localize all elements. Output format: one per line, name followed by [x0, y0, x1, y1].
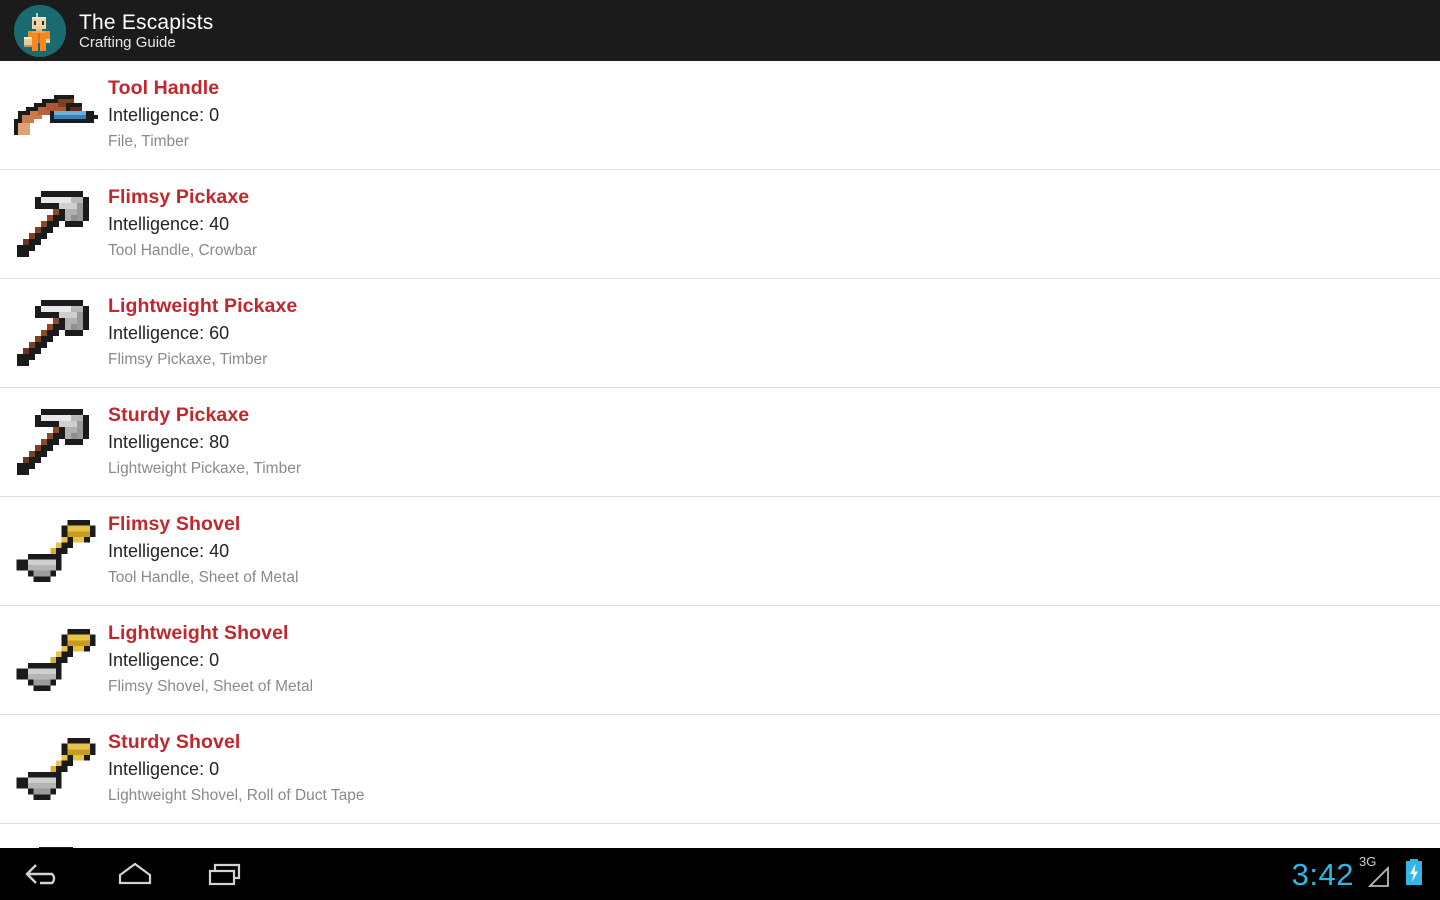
list-item[interactable]: Flimsy Pickaxe Intelligence: 40 Tool Han… [0, 170, 1440, 279]
tool-handle-icon [8, 79, 104, 151]
system-navigation-bar: 3:42 3G [0, 848, 1440, 900]
battery-charging-icon [1402, 855, 1426, 894]
recipe-stat: Intelligence: 40 [108, 540, 230, 561]
action-bar: The Escapists Crafting Guide [0, 0, 1440, 61]
recipe-stat: Intelligence: 40 [108, 213, 230, 234]
status-area: 3:42 3G [1292, 855, 1440, 894]
list-item-info: Sturdy Pickaxe Intelligence: 80 Lightwei… [108, 403, 301, 481]
recipe-ingredients: Tool Handle, Sheet of Metal [108, 568, 299, 586]
action-bar-text: The Escapists Crafting Guide [79, 12, 214, 50]
recipe-name: Flimsy Shovel [108, 512, 241, 535]
recipe-name: Sturdy Shovel [108, 730, 241, 753]
recipe-ingredients: Lightweight Shovel, Roll of Duct Tape [108, 786, 365, 804]
pickaxe-icon [8, 188, 104, 260]
list-item-info: Sturdy Shovel Intelligence: 0 Lightweigh… [108, 730, 364, 808]
recipe-ingredients: File, Timber [108, 132, 189, 150]
list-item-info: Lightweight Pickaxe Intelligence: 60 Fli… [108, 294, 297, 372]
list-item-info: Tool Handle Intelligence: 0 File, Timber [108, 76, 219, 154]
back-icon[interactable] [0, 848, 90, 900]
list-item[interactable]: Sturdy Pickaxe Intelligence: 80 Lightwei… [0, 388, 1440, 497]
list-item-info: Flimsy Pickaxe Intelligence: 40 Tool Han… [108, 185, 257, 263]
recents-icon[interactable] [180, 848, 270, 900]
pickaxe-icon [8, 297, 104, 369]
shovel-icon [8, 733, 104, 805]
recipe-name: Flimsy Pickaxe [108, 185, 250, 208]
recipe-name: Lightweight Pickaxe [108, 294, 298, 317]
app-root: The Escapists Crafting Guide Tool Handle… [0, 0, 1440, 900]
shovel-icon [8, 624, 104, 696]
recipe-stat: Intelligence: 0 [108, 104, 220, 125]
recipe-name: Lightweight Shovel [108, 621, 289, 644]
list-item[interactable]: Flimsy Shovel Intelligence: 40 Tool Hand… [0, 497, 1440, 606]
recipe-ingredients: Lightweight Pickaxe, Timber [108, 459, 301, 477]
home-icon[interactable] [90, 848, 180, 900]
recipe-stat: Intelligence: 0 [108, 649, 220, 670]
list-item[interactable]: Sturdy Shovel Intelligence: 0 Lightweigh… [0, 715, 1440, 824]
list-item-info: Lightweight Shovel Intelligence: 0 Flims… [108, 621, 313, 699]
app-subtitle: Crafting Guide [79, 33, 176, 51]
recipe-ingredients: Tool Handle, Crowbar [108, 241, 258, 259]
recipe-name: Sturdy Pickaxe [108, 403, 250, 426]
recipe-stat: Intelligence: 80 [108, 431, 230, 452]
list-item[interactable]: Lightweight Shovel Intelligence: 0 Flims… [0, 606, 1440, 715]
status-clock: 3:42 [1291, 856, 1354, 892]
pickaxe-icon [8, 406, 104, 478]
network-type-label: 3G [1359, 854, 1377, 869]
shovel-icon [8, 515, 104, 587]
app-title: The Escapists [79, 10, 214, 34]
recipe-name: Tool Handle [108, 76, 220, 99]
app-icon [14, 4, 66, 57]
list-item-info: Flimsy Shovel Intelligence: 40 Tool Hand… [108, 512, 298, 590]
recipe-stat: Intelligence: 60 [108, 322, 230, 343]
list-item[interactable]: Lightweight Pickaxe Intelligence: 60 Fli… [0, 279, 1440, 388]
signal-triangle-icon: 3G [1359, 854, 1395, 891]
list-item[interactable]: Tool Handle Intelligence: 0 File, Timber [0, 61, 1440, 170]
recipe-ingredients: Flimsy Shovel, Sheet of Metal [108, 677, 314, 695]
recipe-ingredients: Flimsy Pickaxe, Timber [108, 350, 268, 368]
recipe-stat: Intelligence: 0 [108, 758, 220, 779]
crafting-recipe-list[interactable]: Tool Handle Intelligence: 0 File, Timber [0, 61, 1440, 900]
